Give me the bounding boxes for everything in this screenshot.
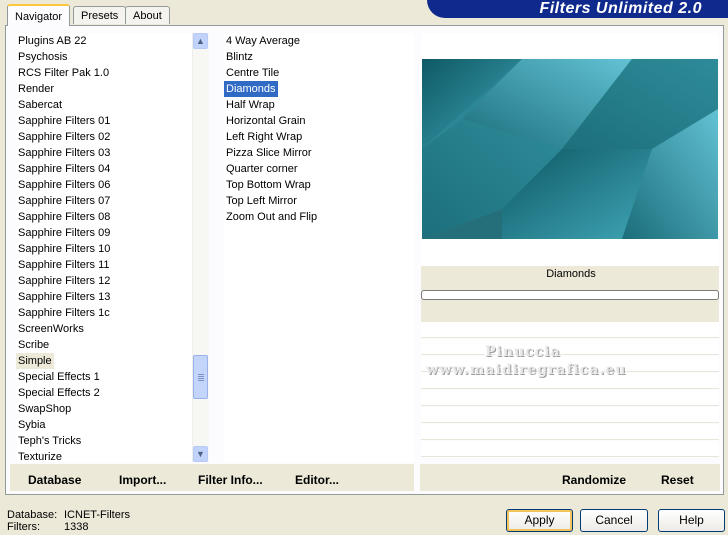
filter-list-item[interactable]: Pizza Slice Mirror (224, 145, 314, 161)
import-button[interactable]: Import... (119, 472, 166, 488)
category-list-item[interactable]: Sapphire Filters 09 (16, 225, 112, 241)
parameter-slot[interactable] (421, 424, 719, 440)
category-list[interactable]: Plugins AB 22 Psychosis RCS Filter Pak 1.0… (16, 33, 192, 462)
app-banner: Filters Unlimited 2.0 (427, 0, 728, 18)
parameter-slot[interactable] (421, 407, 719, 423)
editor-button[interactable]: Editor... (295, 472, 339, 488)
cancel-button[interactable]: Cancel (580, 509, 648, 532)
category-list-item[interactable]: Sapphire Filters 07 (16, 193, 112, 209)
category-list-item[interactable]: Texturize (16, 449, 64, 462)
filter-list-item[interactable]: Top Bottom Wrap (224, 177, 313, 193)
filter-info-button[interactable]: Filter Info... (198, 472, 263, 488)
filter-list-item[interactable]: Top Left Mirror (224, 193, 299, 209)
category-list-item[interactable]: Plugins AB 22 (16, 33, 89, 49)
filter-list-item[interactable]: Zoom Out and Flip (224, 209, 319, 225)
category-list-item[interactable]: Simple (16, 353, 54, 369)
tab-presets[interactable]: Presets (73, 6, 127, 24)
database-button[interactable]: Database (28, 472, 81, 488)
category-list-item[interactable]: Scribe (16, 337, 51, 353)
reset-button[interactable]: Reset (661, 472, 694, 488)
category-list-item[interactable]: Sybia (16, 417, 48, 433)
watermark-url: www.maidiregrafica.eu (426, 362, 627, 378)
category-list-item[interactable]: Sapphire Filters 03 (16, 145, 112, 161)
category-list-item[interactable]: Render (16, 81, 56, 97)
filter-list-item[interactable]: Half Wrap (224, 97, 277, 113)
scroll-up-button[interactable]: ▲ (193, 33, 208, 49)
filter-list-item[interactable]: Diamonds (224, 81, 278, 97)
watermark-name: Pinuccia (485, 344, 561, 360)
category-list-item[interactable]: Sapphire Filters 01 (16, 113, 112, 129)
parameter-slot[interactable] (421, 339, 719, 355)
filter-list-item[interactable]: 4 Way Average (224, 33, 302, 49)
filters-status-label: Filters: (7, 521, 40, 533)
category-list-item[interactable]: Sapphire Filters 12 (16, 273, 112, 289)
category-list-item[interactable]: Sapphire Filters 1c (16, 305, 112, 321)
category-list-item[interactable]: Sapphire Filters 11 (16, 257, 112, 273)
filter-list-item[interactable]: Quarter corner (224, 161, 300, 177)
category-list-item[interactable]: Sapphire Filters 08 (16, 209, 112, 225)
filter-list-item[interactable]: Blintz (224, 49, 255, 65)
category-list-item[interactable]: Sapphire Filters 06 (16, 177, 112, 193)
category-list-item[interactable]: Teph's Tricks (16, 433, 83, 449)
tab-navigator[interactable]: Navigator (7, 4, 71, 26)
filter-list-item[interactable]: Horizontal Grain (224, 113, 307, 129)
category-list-item[interactable]: SwapShop (16, 401, 73, 417)
preview-image (422, 59, 718, 239)
filter-list-item[interactable]: Left Right Wrap (224, 129, 304, 145)
category-list-item[interactable]: Sapphire Filters 04 (16, 161, 112, 177)
help-button[interactable]: Help (658, 509, 725, 532)
category-list-item[interactable]: Sabercat (16, 97, 64, 113)
filter-list-item[interactable]: Centre Tile (224, 65, 281, 81)
tab-about[interactable]: About (125, 6, 170, 24)
parameter-slot[interactable] (421, 441, 719, 457)
progress-bar (421, 290, 719, 300)
scroll-thumb[interactable] (193, 355, 208, 399)
parameter-slot[interactable] (421, 322, 719, 338)
category-list-item[interactable]: Special Effects 2 (16, 385, 102, 401)
category-list-item[interactable]: ScreenWorks (16, 321, 86, 337)
preview-filter-name: Diamonds (546, 268, 596, 280)
category-list-item[interactable]: RCS Filter Pak 1.0 (16, 65, 111, 81)
category-list-item[interactable]: Psychosis (16, 49, 70, 65)
randomize-button[interactable]: Randomize (562, 472, 626, 488)
filter-list[interactable]: 4 Way Average Blintz Centre Tile Diamonds Ha… (224, 33, 414, 462)
category-list-item[interactable]: Sapphire Filters 13 (16, 289, 112, 305)
scroll-down-button[interactable]: ▼ (193, 446, 208, 462)
category-list-item[interactable]: Sapphire Filters 02 (16, 129, 112, 145)
chevron-down-icon: ▼ (196, 449, 205, 459)
filters-status-value: 1338 (64, 521, 89, 533)
category-list-item[interactable]: Special Effects 1 (16, 369, 102, 385)
category-scrollbar[interactable]: ▲ ▼ (192, 33, 209, 462)
category-list-item[interactable]: Sapphire Filters 10 (16, 241, 112, 257)
parameter-slot[interactable] (421, 390, 719, 406)
apply-button[interactable]: Apply (506, 509, 573, 532)
chevron-up-icon: ▲ (196, 36, 205, 46)
